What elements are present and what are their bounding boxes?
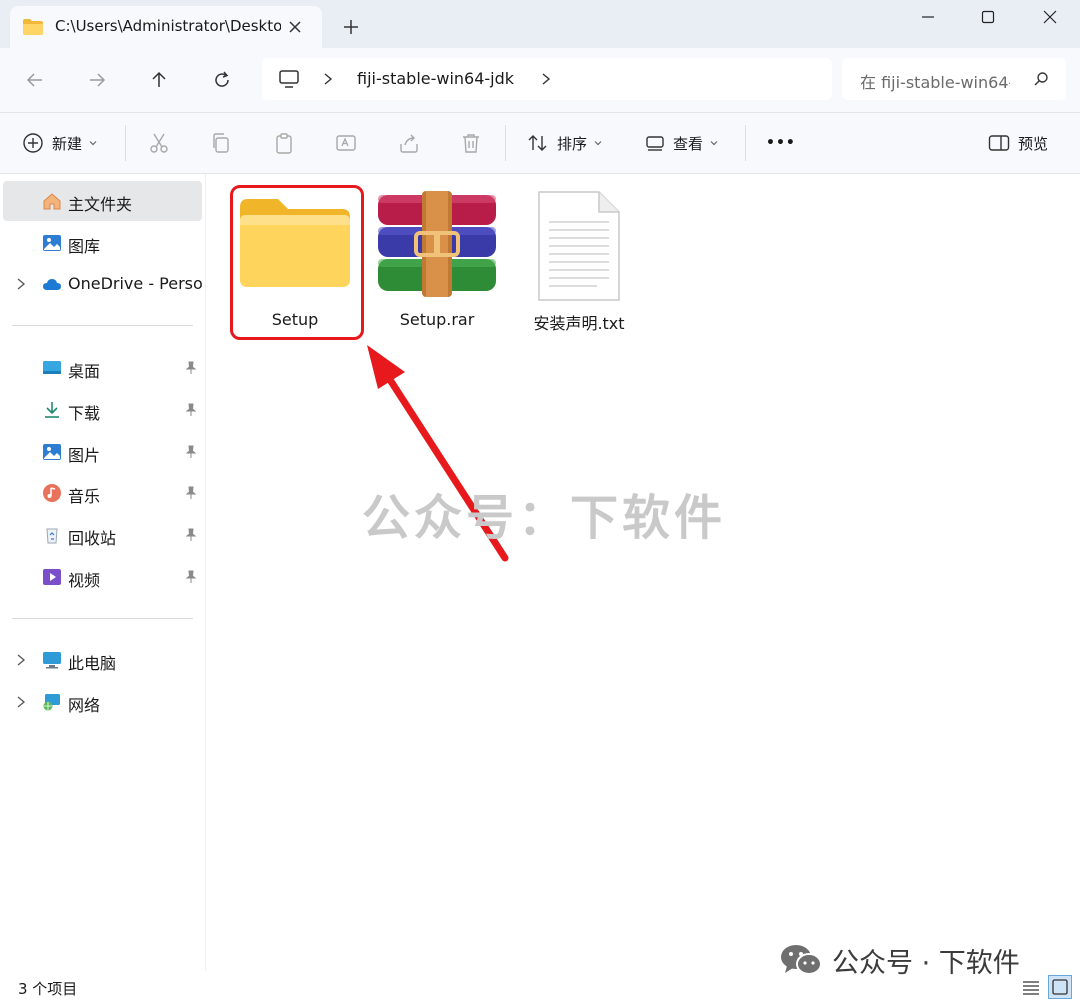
watermark-bottom-text: 公众号 · 下软件: [832, 947, 1020, 979]
wechat-icon: [781, 945, 822, 975]
tiles-view-icon: [1052, 979, 1068, 995]
item-count: 3 个项目: [18, 980, 78, 998]
list-view-icon: [1023, 981, 1039, 995]
details-view-button[interactable]: [1019, 975, 1043, 999]
watermark-text: 公众号：下软件: [362, 490, 727, 546]
watermark-badge: 公众号 · 下软件: [780, 940, 1020, 980]
large-icons-view-button[interactable]: [1048, 975, 1072, 999]
